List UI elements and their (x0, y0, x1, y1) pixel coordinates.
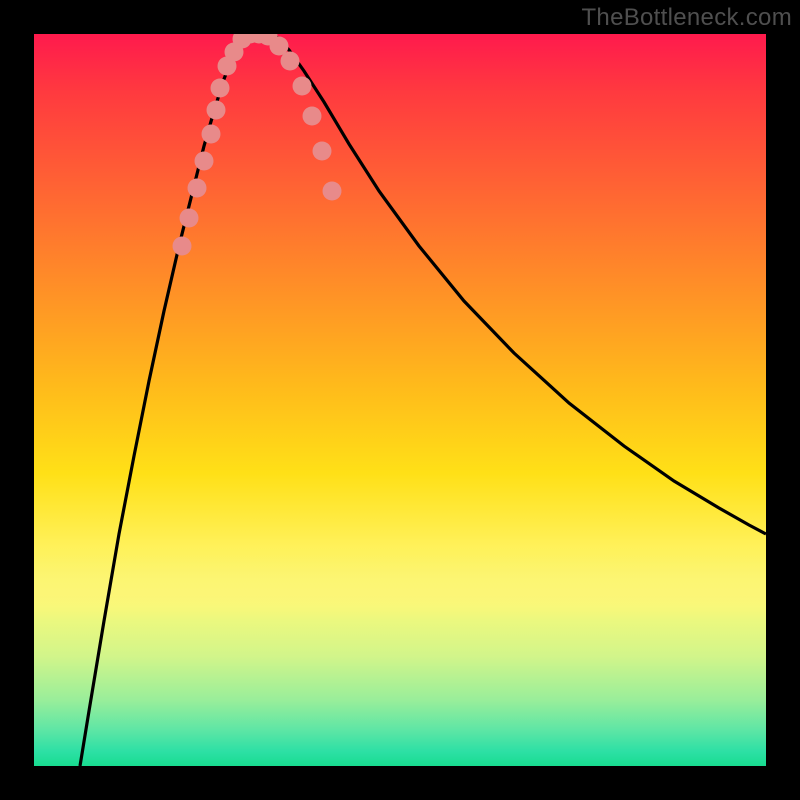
scatter-dot (188, 179, 207, 198)
scatter-dots (173, 34, 342, 256)
scatter-dot (303, 107, 322, 126)
left-curve (80, 35, 249, 766)
chart-svg (34, 34, 766, 766)
scatter-dot (195, 152, 214, 171)
scatter-dot (207, 101, 226, 120)
watermark-text: TheBottleneck.com (581, 4, 792, 32)
scatter-dot (313, 142, 332, 161)
curve-group (80, 35, 766, 766)
scatter-dot (211, 79, 230, 98)
plot-area (34, 34, 766, 766)
scatter-dot (323, 182, 342, 201)
scatter-dot (281, 52, 300, 71)
right-curve (274, 35, 766, 534)
scatter-dot (293, 77, 312, 96)
chart-container: TheBottleneck.com (0, 0, 800, 800)
scatter-dot (173, 237, 192, 256)
scatter-dot (180, 209, 199, 228)
scatter-dot (202, 125, 221, 144)
